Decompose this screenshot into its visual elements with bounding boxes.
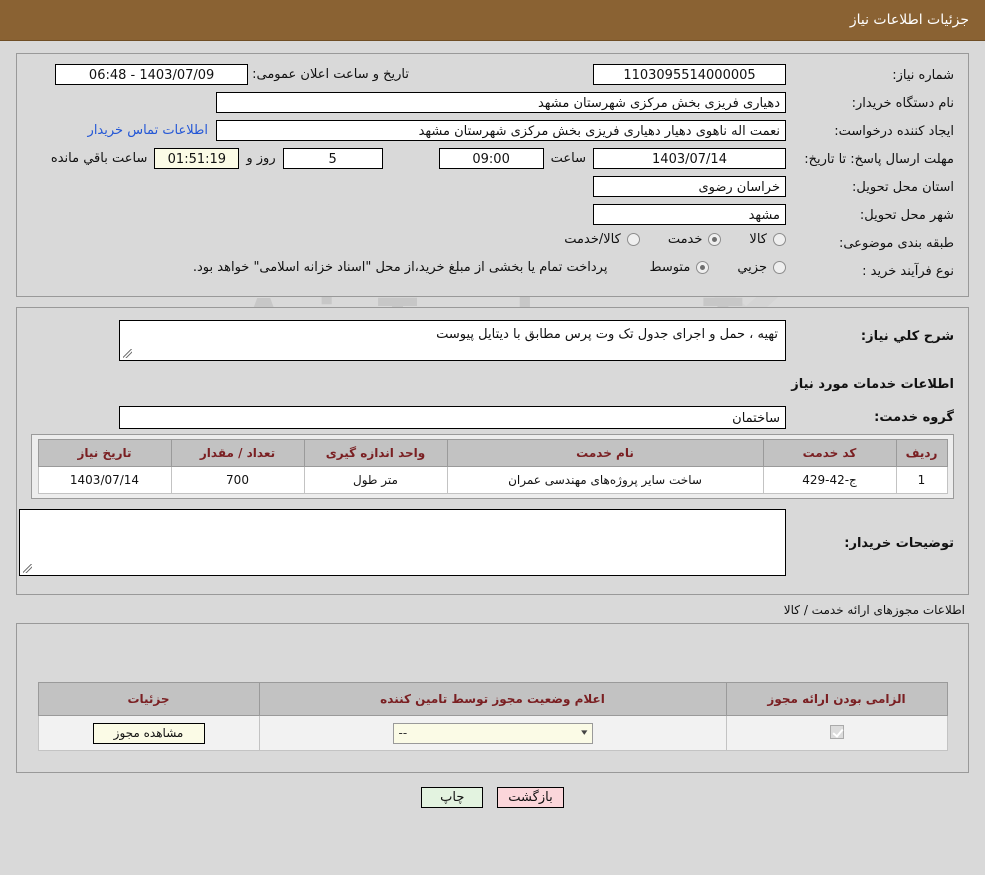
need-summary-panel: شماره نیاز: 1103095514000005 تاریخ و ساع…: [16, 53, 969, 297]
permit-status-value: --: [398, 726, 408, 740]
radio-option-kala[interactable]: کالا: [749, 232, 786, 247]
row-purchase-process: نوع فرآیند خرید : جزیي متوسط پرداخت تمام…: [31, 260, 954, 284]
table-header-row: ردیف کد خدمت نام خدمت واحد اندازه گیری ت…: [37, 439, 948, 467]
row-service-group: گروه خدمت: ساختمان: [31, 406, 954, 430]
radio-icon-jozei[interactable]: [773, 261, 786, 274]
request-creator-value: نعمت اله ناهوی دهیار دهیاری فریزی بخش مر…: [216, 120, 786, 141]
radio-label-khedmat: خدمت: [667, 232, 703, 247]
purchase-process-note: پرداخت تمام یا بخشی از مبلغ خرید،از محل …: [192, 260, 608, 275]
permits-table: الزامی بودن ارائه مجوز اعلام وضعیت مجوز …: [37, 682, 948, 751]
buyer-notes-textarea[interactable]: [19, 509, 786, 576]
col-permit-required: الزامی بودن ارائه مجوز: [725, 682, 948, 716]
radio-label-jozei: جزیي: [737, 260, 767, 275]
deadline-time-value: 09:00: [438, 148, 544, 169]
radio-option-khedmat[interactable]: خدمت: [668, 232, 722, 247]
cell-quantity: 700: [170, 466, 305, 494]
deadline-time-label: ساعت: [550, 151, 586, 166]
col-permit-status: اعلام وضعیت مجوز توسط تامین کننده: [258, 682, 727, 716]
buyer-contact-link[interactable]: اطلاعات تماس خریدار: [80, 120, 216, 141]
countdown-value: 01:51:19: [154, 148, 240, 169]
need-number-value: 1103095514000005: [593, 64, 786, 85]
cell-name: ساخت سایر پروژه‌های مهندسی عمران: [446, 466, 764, 494]
permits-section-label: اطلاعات مجوزهای ارائه خدمت / کالا: [783, 603, 965, 617]
buyer-notes-label: توضیحات خریدار:: [844, 536, 954, 551]
cell-row: 1: [895, 466, 948, 494]
announcement-label: تاریخ و ساعت اعلان عمومی:: [252, 67, 409, 82]
permits-panel: الزامی بودن ارائه مجوز اعلام وضعیت مجوز …: [16, 623, 969, 773]
services-section-title: اطلاعات خدمات مورد نیاز: [791, 377, 954, 392]
row-subject-category: طبقه بندی موضوعی: کالا خدمت کالا/خدمت: [31, 232, 954, 256]
delivery-city-value: مشهد: [593, 204, 786, 225]
col-quantity: تعداد / مقدار: [170, 439, 305, 467]
row-buyer-notes: توضیحات خریدار:: [19, 509, 954, 576]
need-number-label: شماره نیاز:: [892, 68, 954, 83]
service-group-label: گروه خدمت:: [874, 410, 954, 425]
general-description-textarea[interactable]: تهیه ، حمل و اجرای جدول تک وت پرس مطابق …: [119, 320, 786, 361]
back-button[interactable]: بازگشت: [497, 787, 564, 808]
services-table: ردیف کد خدمت نام خدمت واحد اندازه گیری ت…: [37, 439, 948, 494]
row-delivery-province: استان محل تحویل: خراسان رضوی: [31, 176, 954, 200]
col-need-date: تاریخ نیاز: [37, 439, 172, 467]
row-delivery-city: شهر محل تحویل: مشهد: [31, 204, 954, 228]
permits-header-row: الزامی بودن ارائه مجوز اعلام وضعیت مجوز …: [37, 682, 948, 716]
purchase-process-label: نوع فرآیند خرید :: [862, 264, 954, 279]
chevron-down-icon: ▾: [581, 728, 588, 738]
general-description-label: شرح کلي نیاز:: [860, 329, 954, 344]
row-need-number: شماره نیاز: 1103095514000005 تاریخ و ساع…: [31, 64, 954, 88]
radio-option-jozei[interactable]: جزیي: [737, 260, 786, 275]
cell-code: ج-42-429: [762, 466, 897, 494]
print-button[interactable]: چاپ: [421, 787, 484, 808]
col-name: نام خدمت: [446, 439, 764, 467]
footer-actions: بازگشت چاپ: [0, 787, 985, 808]
radio-option-kala-khedmat[interactable]: کالا/خدمت: [564, 232, 640, 247]
permit-status-select[interactable]: ▾ --: [392, 722, 593, 744]
subject-category-label: طبقه بندی موضوعی:: [838, 236, 954, 251]
remaining-days-value: 5: [282, 148, 383, 169]
deadline-date-value: 1403/07/14: [593, 148, 786, 169]
buyer-org-value: دهیاری فریزی بخش مرکزی شهرستان مشهد: [216, 92, 786, 113]
cell-permit-details: مشاهده مجوز: [37, 715, 260, 751]
delivery-province-value: خراسان رضوی: [593, 176, 786, 197]
radio-label-kala-khedmat: کالا/خدمت: [564, 232, 621, 247]
radio-icon-motevaset[interactable]: [696, 261, 710, 274]
col-code: کد خدمت: [762, 439, 897, 467]
delivery-province-label: استان محل تحویل:: [852, 180, 954, 195]
buyer-org-label: نام دستگاه خریدار:: [851, 96, 954, 111]
need-details-panel: شرح کلي نیاز: تهیه ، حمل و اجرای جدول تک…: [16, 307, 969, 595]
cell-permit-status: ▾ --: [258, 715, 727, 751]
response-deadline-label: مهلت ارسال پاسخ: تا تاریخ:: [804, 152, 954, 167]
col-unit: واحد اندازه گیری: [303, 439, 448, 467]
row-general-description: شرح کلي نیاز: تهیه ، حمل و اجرای جدول تک…: [31, 320, 954, 361]
col-permit-details: جزئیات: [37, 682, 260, 716]
permit-required-checkbox: [829, 724, 844, 739]
row-request-creator: ایجاد کننده درخواست: نعمت اله ناهوی دهیا…: [31, 120, 954, 144]
row-buyer-org: نام دستگاه خریدار: دهیاری فریزی بخش مرکز…: [31, 92, 954, 116]
page-title: جزئیات اطلاعات نیاز: [849, 12, 969, 28]
cell-permit-required: [725, 715, 948, 751]
delivery-city-label: شهر محل تحویل:: [859, 208, 954, 223]
service-group-value: ساختمان: [119, 406, 786, 429]
subject-category-radio-group[interactable]: کالا خدمت کالا/خدمت: [536, 232, 786, 247]
countdown-label: ساعت باقي مانده: [50, 151, 148, 166]
radio-icon-kala[interactable]: [773, 233, 786, 246]
permits-row: ▾ -- مشاهده مجوز: [37, 715, 948, 751]
view-permit-button[interactable]: مشاهده مجوز: [92, 722, 205, 744]
window-titlebar: جزئیات اطلاعات نیاز: [0, 0, 985, 41]
radio-label-kala: کالا: [749, 232, 767, 247]
row-response-deadline: مهلت ارسال پاسخ: تا تاریخ: 1403/07/14 سا…: [31, 148, 954, 172]
announcement-value: 1403/07/09 - 06:48: [55, 64, 249, 85]
purchase-process-radio-group[interactable]: جزیي متوسط پرداخت تمام یا بخشی از مبلغ خ…: [193, 260, 786, 275]
remaining-days-label: روز و: [246, 151, 276, 166]
radio-label-motevaset: متوسط: [649, 260, 691, 275]
col-row: ردیف: [895, 439, 948, 467]
radio-icon-kala-khedmat[interactable]: [626, 233, 640, 246]
cell-need-date: 1403/07/14: [37, 466, 172, 494]
table-row: 1 ج-42-429 ساخت سایر پروژه‌های مهندسی عم…: [37, 466, 948, 494]
request-creator-label: ایجاد کننده درخواست:: [834, 124, 954, 139]
radio-icon-khedmat[interactable]: [708, 233, 722, 246]
services-table-wrapper: ردیف کد خدمت نام خدمت واحد اندازه گیری ت…: [31, 434, 954, 499]
cell-unit: متر طول: [303, 466, 448, 494]
radio-option-motevaset[interactable]: متوسط: [649, 260, 710, 275]
